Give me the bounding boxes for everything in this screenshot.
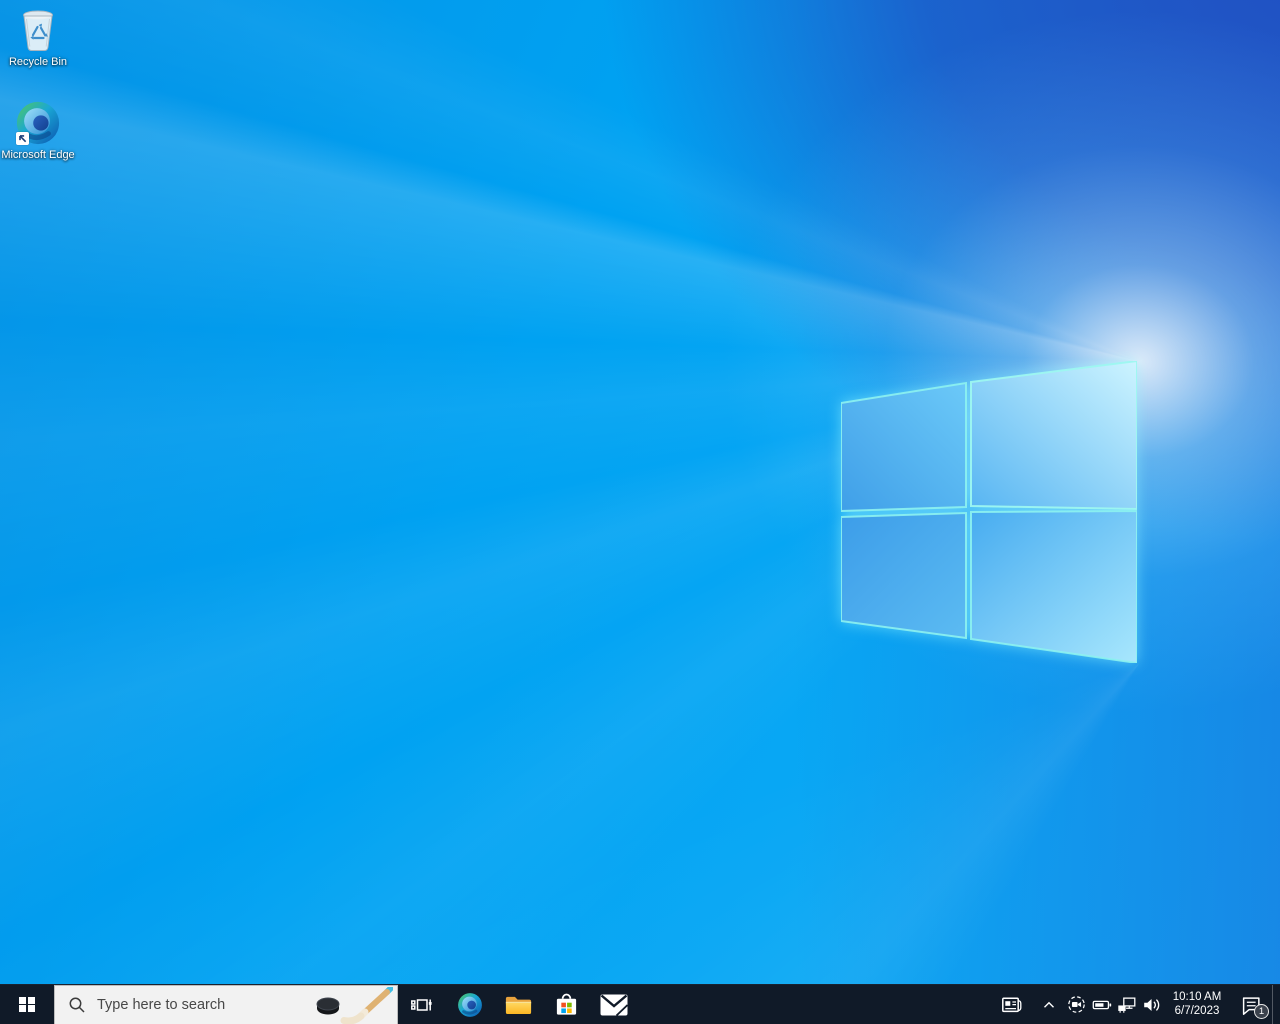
taskbar-search[interactable] <box>54 985 398 1024</box>
file-explorer-icon <box>505 994 532 1016</box>
network-ethernet-icon <box>1116 994 1138 1016</box>
meet-now-button[interactable] <box>1064 985 1089 1024</box>
shortcut-arrow-icon <box>16 132 29 145</box>
edge-icon <box>14 99 62 147</box>
taskbar: 10:10 AM 6/7/2023 1 <box>0 984 1280 1024</box>
edge-taskbar-button[interactable] <box>446 985 494 1024</box>
edge-icon <box>457 992 483 1018</box>
mail-button[interactable] <box>590 985 638 1024</box>
action-center-button[interactable]: 1 <box>1230 985 1272 1024</box>
volume-icon <box>1141 994 1163 1016</box>
recycle-bin-icon <box>14 6 62 54</box>
microsoft-store-icon <box>554 992 579 1018</box>
volume-button[interactable] <box>1139 985 1164 1024</box>
search-icon <box>68 996 86 1014</box>
show-desktop-button[interactable] <box>1272 985 1280 1024</box>
battery-icon <box>1091 994 1113 1016</box>
desktop-icon-recycle-bin[interactable]: Recycle Bin <box>0 6 76 69</box>
chevron-up-icon <box>1040 996 1058 1014</box>
system-tray: 10:10 AM 6/7/2023 1 <box>990 985 1280 1024</box>
desktop-icon-label: Recycle Bin <box>9 56 67 69</box>
news-and-interests-button[interactable] <box>990 985 1034 1024</box>
news-icon <box>999 993 1025 1017</box>
desktop-icon-label: Microsoft Edge <box>1 149 74 162</box>
mail-icon <box>600 994 628 1016</box>
microsoft-store-button[interactable] <box>542 985 590 1024</box>
windows-logo <box>841 361 1137 663</box>
notification-badge: 1 <box>1254 1004 1269 1019</box>
search-input[interactable] <box>95 996 397 1014</box>
meet-now-icon <box>1066 994 1087 1015</box>
file-explorer-button[interactable] <box>494 985 542 1024</box>
show-hidden-icons-button[interactable] <box>1034 985 1064 1024</box>
windows-desktop: Recycle Bin Microsoft Edge <box>0 0 1280 1024</box>
battery-button[interactable] <box>1089 985 1114 1024</box>
clock[interactable]: 10:10 AM 6/7/2023 <box>1164 985 1230 1024</box>
clock-date: 6/7/2023 <box>1175 1005 1220 1019</box>
task-view-icon <box>410 993 434 1017</box>
desktop-icon-microsoft-edge[interactable]: Microsoft Edge <box>0 99 76 162</box>
network-button[interactable] <box>1114 985 1139 1024</box>
start-button[interactable] <box>0 985 54 1024</box>
windows-start-icon <box>19 997 35 1013</box>
clock-time: 10:10 AM <box>1173 991 1222 1005</box>
task-view-button[interactable] <box>398 985 446 1024</box>
